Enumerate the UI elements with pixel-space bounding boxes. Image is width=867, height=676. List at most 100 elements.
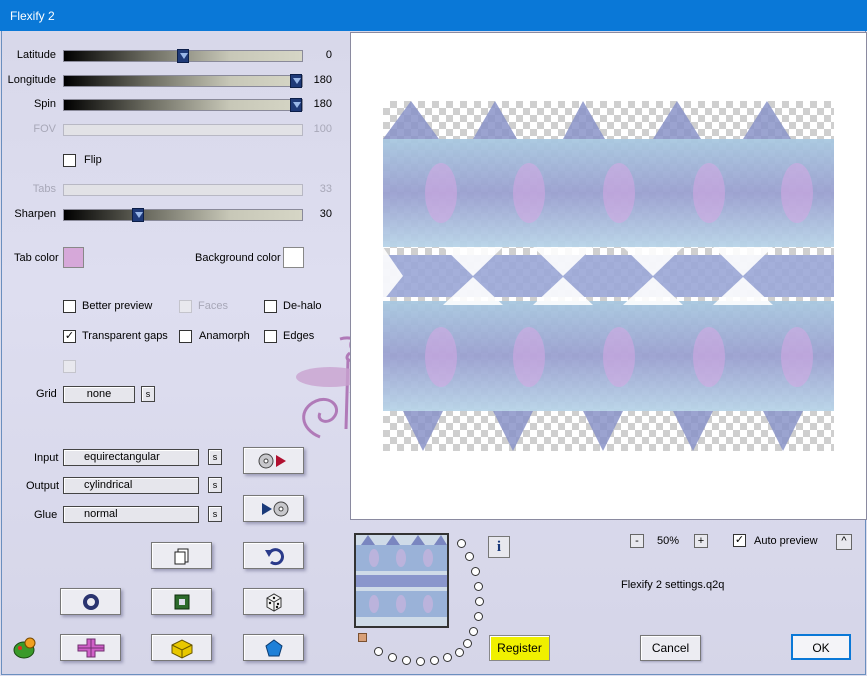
- cross-button[interactable]: [60, 634, 121, 661]
- ok-button[interactable]: OK: [791, 634, 851, 660]
- save-preset-button[interactable]: [243, 495, 304, 522]
- square-frame-button[interactable]: [151, 588, 212, 615]
- gem-button[interactable]: [243, 634, 304, 661]
- anamorph-checkbox[interactable]: [179, 330, 192, 343]
- input-label: Input: [34, 452, 59, 464]
- background-color-label: Background color: [195, 252, 281, 264]
- pentagon-gem-icon: [264, 638, 283, 656]
- preview-panel[interactable]: [350, 32, 867, 520]
- better-preview-checkbox[interactable]: [63, 300, 76, 313]
- longitude-value: 180: [313, 74, 332, 86]
- navigator-dot[interactable]: [463, 639, 472, 648]
- grid-select[interactable]: none: [63, 386, 135, 403]
- undo-button[interactable]: [243, 542, 304, 569]
- auto-preview-checkbox[interactable]: ✓: [733, 534, 746, 547]
- navigator-thumbnail[interactable]: [354, 533, 449, 628]
- navigator-dot[interactable]: [416, 657, 425, 666]
- title-bar: Flexify 2: [0, 0, 867, 31]
- zoom-level: 50%: [657, 535, 680, 547]
- navigator-anchor[interactable]: [358, 633, 367, 642]
- grid-s-button[interactable]: s: [141, 386, 155, 402]
- longitude-slider-thumb[interactable]: [290, 74, 302, 88]
- copy-button[interactable]: [151, 542, 212, 569]
- auto-preview-label: Auto preview: [754, 535, 818, 547]
- register-button[interactable]: Register: [489, 635, 550, 661]
- background-color-swatch[interactable]: [283, 247, 304, 268]
- latitude-label: Latitude: [16, 49, 56, 61]
- preview-image: [383, 101, 834, 451]
- longitude-slider[interactable]: [63, 74, 303, 88]
- save-play-icon: [261, 501, 288, 516]
- flip-checkbox[interactable]: [63, 154, 76, 167]
- fov-slider[interactable]: [63, 124, 303, 136]
- glue-select[interactable]: normal: [63, 506, 199, 523]
- load-preset-button[interactable]: [243, 447, 304, 474]
- tabs-value: 33: [319, 183, 332, 195]
- extra-checkbox[interactable]: [63, 360, 76, 373]
- random-dice-button[interactable]: [243, 588, 304, 615]
- edges-checkbox[interactable]: [264, 330, 277, 343]
- sharpen-slider-thumb[interactable]: [132, 208, 144, 222]
- navigator-dot[interactable]: [475, 597, 484, 606]
- sharpen-slider[interactable]: [63, 208, 303, 222]
- latitude-value: 0: [325, 49, 332, 61]
- transparent-gaps-label: Transparent gaps: [82, 330, 168, 342]
- latitude-slider-thumb[interactable]: [177, 49, 189, 63]
- spin-slider-thumb[interactable]: [290, 98, 302, 112]
- navigator-dot[interactable]: [471, 567, 480, 576]
- faces-label: Faces: [198, 300, 228, 312]
- output-label: Output: [26, 480, 60, 492]
- tab-color-swatch[interactable]: [63, 247, 84, 268]
- frog-app-icon: [13, 637, 36, 659]
- thumbnail-image: [356, 535, 447, 617]
- tabs-slider[interactable]: [63, 184, 303, 196]
- navigator-dot[interactable]: [388, 653, 397, 662]
- navigator-dot[interactable]: [457, 539, 466, 548]
- collapse-button[interactable]: ^: [836, 534, 852, 550]
- window-title: Flexify 2: [10, 8, 55, 23]
- faces-checkbox[interactable]: [179, 300, 192, 313]
- kaleidoscope-pattern: [383, 101, 834, 451]
- ring-button[interactable]: [60, 588, 121, 615]
- transparent-gaps-checkbox[interactable]: ✓: [63, 330, 76, 343]
- spin-value: 180: [313, 98, 332, 110]
- navigator-dot[interactable]: [474, 582, 483, 591]
- navigator-dot[interactable]: [469, 627, 478, 636]
- output-s-button[interactable]: s: [208, 477, 222, 493]
- glue-label: Glue: [34, 509, 58, 521]
- info-button[interactable]: i: [488, 536, 510, 558]
- navigator-dot[interactable]: [465, 552, 474, 561]
- play-load-icon: [258, 453, 286, 468]
- anamorph-label: Anamorph: [199, 330, 250, 342]
- cross-icon: [77, 638, 104, 657]
- cube-button[interactable]: [151, 634, 212, 661]
- better-preview-label: Better preview: [82, 300, 153, 312]
- cancel-button[interactable]: Cancel: [640, 635, 701, 661]
- input-select[interactable]: equirectangular: [63, 449, 199, 466]
- app-logo[interactable]: [12, 636, 38, 663]
- settings-filename: Flexify 2 settings.q2q: [621, 579, 725, 591]
- de-halo-label: De-halo: [283, 300, 322, 312]
- navigator-dot[interactable]: [443, 653, 452, 662]
- spin-slider[interactable]: [63, 98, 303, 112]
- flip-label: Flip: [84, 154, 102, 166]
- sharpen-value: 30: [319, 208, 332, 220]
- square-frame-icon: [174, 594, 189, 609]
- latitude-slider[interactable]: [63, 49, 303, 63]
- output-select[interactable]: cylindrical: [63, 477, 199, 494]
- navigator-dot[interactable]: [474, 612, 483, 621]
- longitude-label: Longitude: [7, 74, 56, 86]
- dice-icon: [266, 592, 281, 612]
- navigator-dot[interactable]: [430, 656, 439, 665]
- glue-s-button[interactable]: s: [208, 506, 222, 522]
- input-s-button[interactable]: s: [208, 449, 222, 465]
- navigator-dot[interactable]: [374, 647, 383, 656]
- navigator-dot[interactable]: [402, 656, 411, 665]
- ring-icon: [82, 593, 99, 610]
- zoom-in-button[interactable]: +: [694, 534, 708, 548]
- de-halo-checkbox[interactable]: [264, 300, 277, 313]
- spin-label: Spin: [33, 98, 56, 110]
- navigator-dot[interactable]: [455, 648, 464, 657]
- tab-color-label: Tab color: [14, 252, 59, 264]
- zoom-out-button[interactable]: -: [630, 534, 644, 548]
